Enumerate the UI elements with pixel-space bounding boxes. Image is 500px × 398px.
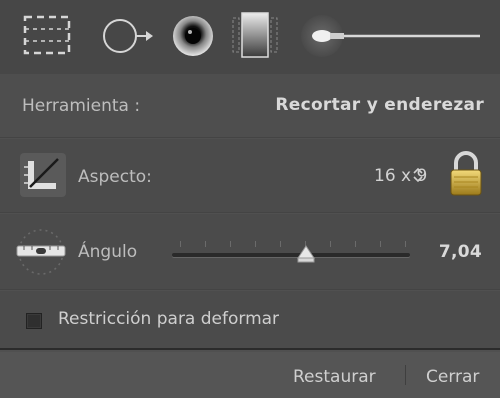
tool-strip <box>0 0 500 75</box>
slider-tick <box>330 241 331 247</box>
up-down-chevron-icon[interactable] <box>412 166 424 188</box>
constraint-row: Restricción para deformar <box>0 291 500 350</box>
footer-divider <box>405 365 406 385</box>
tool-label: Herramienta : <box>22 96 141 116</box>
eye-icon[interactable] <box>170 14 216 62</box>
close-button[interactable]: Cerrar <box>426 367 479 387</box>
angle-value[interactable]: 7,04 <box>439 242 482 262</box>
slider-tick <box>380 241 381 247</box>
slider-tick <box>405 241 406 247</box>
slider-tick <box>230 241 231 247</box>
slider-tick <box>355 241 356 247</box>
tool-header-row: Herramienta : Recortar y enderezar <box>0 74 500 138</box>
slider-tick <box>255 241 256 247</box>
aspect-row: Aspecto: 16 x 9 <box>0 139 500 213</box>
panel-footer: Restaurar Cerrar <box>0 352 500 398</box>
brush-icon[interactable] <box>300 14 485 62</box>
tool-name: Recortar y enderezar <box>275 95 484 115</box>
slider-tick <box>205 241 206 247</box>
crop-straighten-panel: Herramienta : Recortar y enderezar Aspec… <box>0 0 500 398</box>
aspect-label: Aspecto: <box>78 167 152 187</box>
level-tool-icon[interactable] <box>14 226 68 282</box>
constrain-warp-checkbox[interactable] <box>26 313 42 329</box>
constraint-label: Restricción para deformar <box>58 309 280 329</box>
circle-arrow-icon[interactable] <box>100 14 156 62</box>
dashed-rectangle-icon[interactable] <box>22 14 72 60</box>
angle-slider-track[interactable] <box>172 253 410 257</box>
angle-row: Ángulo 7,04 <box>0 214 500 290</box>
slider-tick <box>180 241 181 247</box>
padlock-icon[interactable] <box>448 149 484 201</box>
slider-tick <box>280 241 281 247</box>
angle-label: Ángulo <box>78 242 138 262</box>
reset-button[interactable]: Restaurar <box>293 367 376 387</box>
crop-angle-icon[interactable] <box>20 153 66 201</box>
gradient-filter-icon[interactable] <box>232 10 278 64</box>
